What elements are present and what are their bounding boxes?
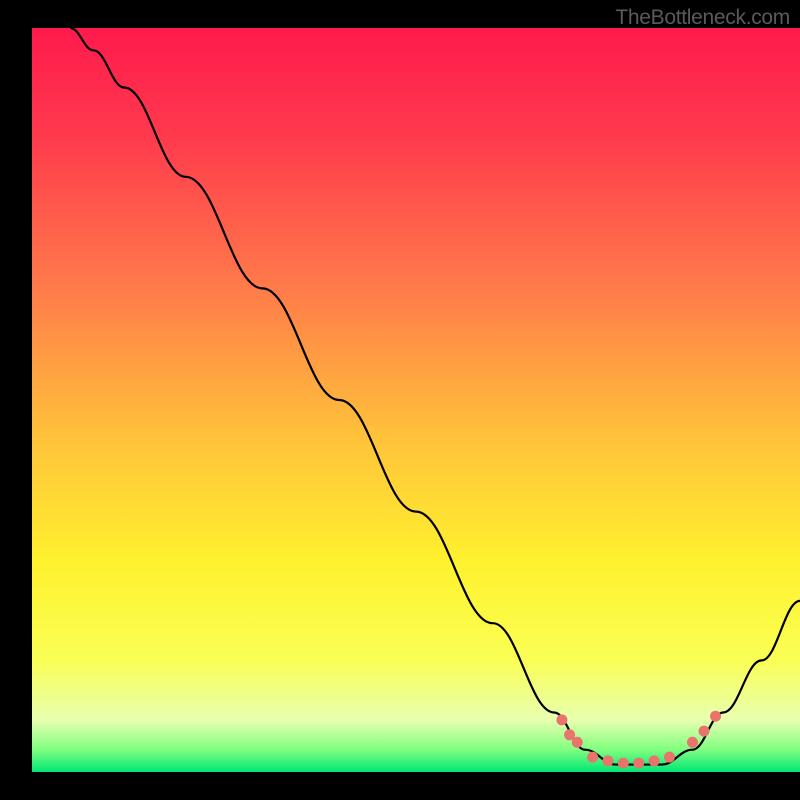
marker-dot: [664, 752, 675, 763]
marker-dot: [649, 755, 660, 766]
marker-dot: [618, 758, 629, 769]
bottleneck-chart: TheBottleneck.com: [0, 0, 800, 800]
marker-dot: [699, 726, 710, 737]
marker-dot: [556, 714, 567, 725]
marker-dot: [587, 752, 598, 763]
plot-background: [32, 28, 800, 772]
marker-dot: [603, 755, 614, 766]
marker-dot: [633, 758, 644, 769]
marker-dot: [710, 711, 721, 722]
marker-dot: [687, 737, 698, 748]
watermark-text: TheBottleneck.com: [615, 6, 790, 30]
chart-svg: [0, 0, 800, 800]
marker-dot: [572, 737, 583, 748]
